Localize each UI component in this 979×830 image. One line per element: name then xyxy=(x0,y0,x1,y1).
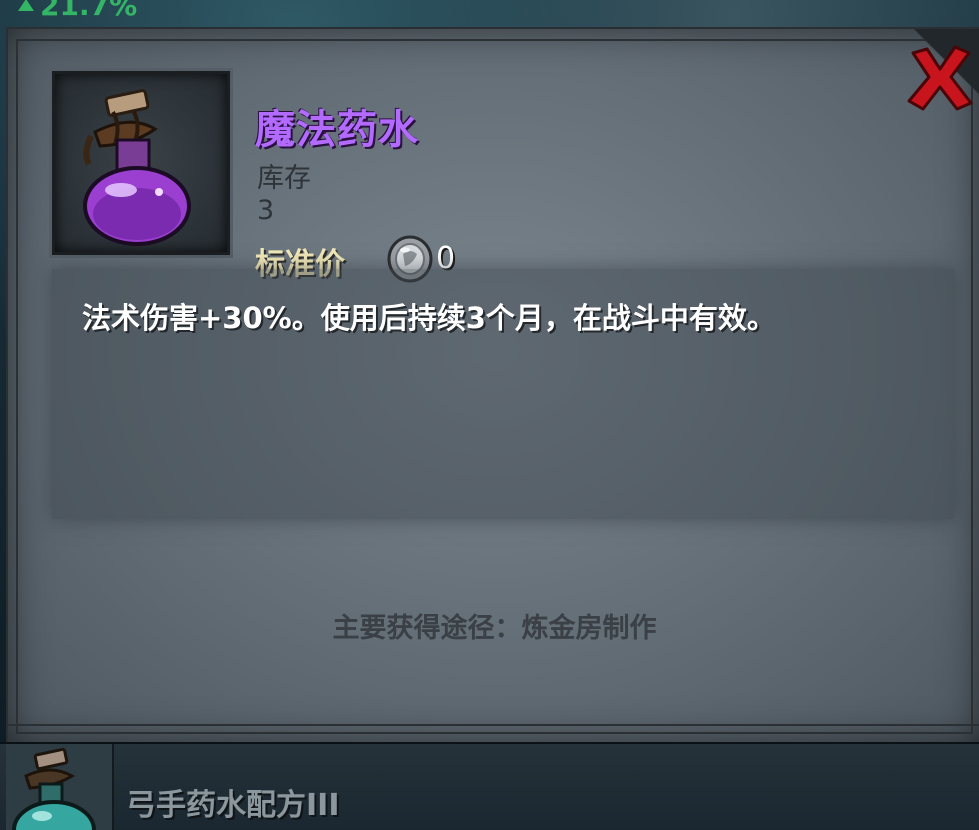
purple-potion-icon xyxy=(83,89,191,246)
close-button[interactable] xyxy=(905,43,975,113)
item-icon-frame xyxy=(52,71,230,255)
list-item-icon-frame xyxy=(6,744,114,830)
teal-potion-icon xyxy=(12,747,96,830)
list-item[interactable]: 弓手药水配方III xyxy=(6,744,979,830)
item-source: 主要获得途径：炼金房制作 xyxy=(332,613,657,644)
item-list: 弓手药水配方III xyxy=(0,742,979,830)
item-detail-panel: 魔法药水 库存 3 标准价 0 法术伤害+30%。使用后持续3个月，在战斗中有效… xyxy=(6,27,979,746)
close-x-icon xyxy=(907,45,973,111)
item-name: 魔法药水 xyxy=(255,107,419,153)
list-item-label: 弓手药水配方III xyxy=(126,788,340,823)
panel-bottom-divider xyxy=(8,724,979,726)
up-arrow-icon xyxy=(18,0,34,11)
stock-label: 库存 xyxy=(257,163,311,194)
stock-value: 3 xyxy=(257,195,275,226)
description-box: 法术伤害+30%。使用后持续3个月，在战斗中有效。 xyxy=(52,269,954,519)
top-stat-indicator: 21.7% xyxy=(18,0,138,22)
top-stat-value: 21.7% xyxy=(40,0,138,22)
item-description: 法术伤害+30%。使用后持续3个月，在战斗中有效。 xyxy=(82,301,776,335)
